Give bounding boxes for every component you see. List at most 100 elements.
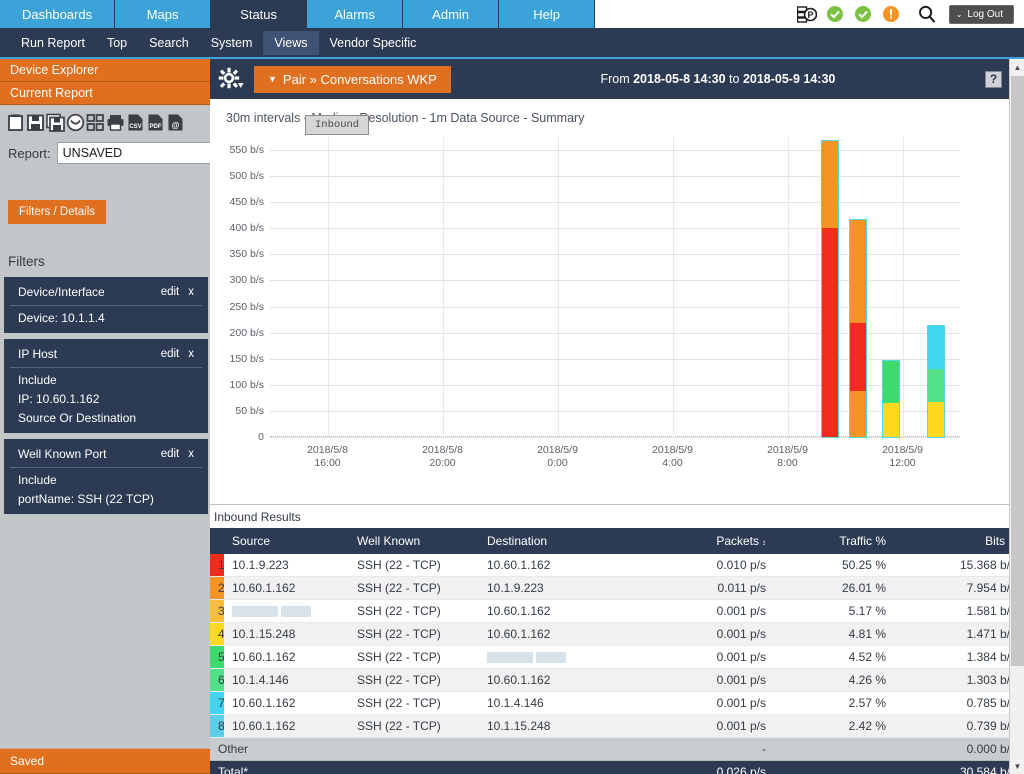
time-range[interactable]: From 2018-05-8 14:30 to 2018-05-9 14:30: [461, 72, 975, 86]
main-scrollbar[interactable]: ▲ ▼: [1009, 59, 1024, 774]
report-type-label: Pair » Conversations WKP: [282, 71, 437, 87]
table-row[interactable]: 610.1.4.146SSH (22 - TCP)10.60.1.1620.00…: [210, 668, 1024, 692]
cell-source[interactable]: 10.60.1.162: [224, 645, 349, 669]
table-row[interactable]: 3 SSH (22 - TCP)10.60.1.1620.001 p/s5.17…: [210, 599, 1024, 623]
subnav-item-run-report[interactable]: Run Report: [10, 31, 96, 55]
chart-vertical-gridline: [557, 137, 559, 437]
filter-edit-link[interactable]: edit: [161, 286, 180, 298]
cell-destination[interactable]: 10.1.4.146: [479, 691, 634, 715]
csv-export-icon[interactable]: CSV: [126, 113, 145, 132]
chart-bar-segment: [928, 401, 945, 437]
saved-status-bar[interactable]: Saved: [0, 748, 210, 774]
cell-well_known[interactable]: SSH (22 - TCP): [349, 668, 479, 692]
cell-well_known[interactable]: SSH (22 - TCP): [349, 645, 479, 669]
gear-icon[interactable]: [218, 67, 244, 91]
server-p-icon[interactable]: P: [796, 4, 817, 24]
pdf-export-icon[interactable]: PDF: [146, 113, 165, 132]
subnav-item-views[interactable]: Views: [263, 30, 319, 55]
cell-well_known[interactable]: SSH (22 - TCP): [349, 554, 479, 577]
column-header-source[interactable]: Source: [224, 528, 349, 554]
svg-text:CSV: CSV: [129, 124, 141, 130]
scroll-thumb[interactable]: [1011, 76, 1024, 666]
cell-destination[interactable]: 10.60.1.162: [479, 554, 634, 577]
nav-tab-alarms[interactable]: Alarms: [307, 0, 404, 28]
logout-button[interactable]: ⌄ Log Out: [948, 4, 1014, 24]
cell-source[interactable]: 10.60.1.162: [224, 691, 349, 715]
table-row[interactable]: 410.1.15.248SSH (22 - TCP)10.60.1.1620.0…: [210, 622, 1024, 646]
table-row[interactable]: 810.60.1.162SSH (22 - TCP)10.1.15.2480.0…: [210, 714, 1024, 738]
scroll-down-arrow[interactable]: ▼: [1010, 758, 1024, 774]
cell-source[interactable]: 10.1.15.248: [224, 622, 349, 646]
cell-destination-redacted[interactable]: [479, 645, 634, 669]
column-header-traffic[interactable]: Traffic %: [774, 528, 894, 554]
cell-well_known[interactable]: SSH (22 - TCP): [349, 714, 479, 738]
email-icon[interactable]: @: [166, 113, 185, 132]
cell-traffic: 50.25 %: [774, 554, 894, 577]
help-button[interactable]: ?: [985, 70, 1002, 88]
chart-bar[interactable]: [882, 360, 901, 438]
column-header-destination[interactable]: Destination: [479, 528, 634, 554]
subnav-item-vendor-specific[interactable]: Vendor Specific: [319, 31, 428, 55]
filter-remove-icon[interactable]: x: [188, 348, 194, 360]
cell-source[interactable]: 10.60.1.162: [224, 714, 349, 738]
filter-edit-link[interactable]: edit: [161, 348, 180, 360]
nav-tab-help[interactable]: Help: [499, 0, 596, 28]
filters-details-button[interactable]: Filters / Details: [8, 200, 107, 224]
subnav-item-top[interactable]: Top: [96, 31, 138, 55]
cell-destination[interactable]: 10.60.1.162: [479, 599, 634, 623]
cell-destination[interactable]: 10.60.1.162: [479, 668, 634, 692]
table-row[interactable]: 210.60.1.162SSH (22 - TCP)10.1.9.2230.01…: [210, 576, 1024, 600]
column-header-packets[interactable]: Packets ↕: [634, 528, 774, 554]
cell-source-redacted[interactable]: [224, 599, 349, 623]
report-name-input[interactable]: [56, 142, 230, 164]
filters-heading: Filters: [8, 254, 45, 269]
chart-gridline: [270, 437, 960, 438]
nav-tab-dashboards[interactable]: Dashboards: [0, 0, 116, 28]
cell-destination[interactable]: 10.1.9.223: [479, 576, 634, 600]
filter-remove-icon[interactable]: x: [188, 448, 194, 460]
sidebar-item-current-report[interactable]: Current Report: [0, 82, 210, 105]
sidebar-item-device-explorer[interactable]: Device Explorer: [0, 59, 210, 82]
dashboard-icon[interactable]: [86, 113, 105, 132]
status-alert-orange-icon[interactable]: [881, 4, 901, 24]
table-row[interactable]: 110.1.9.223SSH (22 - TCP)10.60.1.1620.01…: [210, 554, 1024, 577]
cell-source[interactable]: 10.1.4.146: [224, 668, 349, 692]
sort-indicator-icon[interactable]: ↕: [762, 538, 766, 547]
nav-tab-maps[interactable]: Maps: [115, 0, 212, 28]
chart-bar[interactable]: [821, 140, 839, 438]
schedule-icon[interactable]: [66, 113, 85, 132]
chart-bar[interactable]: [927, 324, 946, 439]
status-check-green-icon[interactable]: [853, 4, 873, 24]
cell-well_known[interactable]: SSH (22 - TCP): [349, 691, 479, 715]
cell-well_known[interactable]: SSH (22 - TCP): [349, 599, 479, 623]
nav-tab-admin[interactable]: Admin: [403, 0, 500, 28]
filter-edit-link[interactable]: edit: [161, 448, 180, 460]
chart-plot[interactable]: 0 50 b/s 100 b/s 150 b/s 200 b/s 250 b/s 300 b…: [230, 115, 960, 469]
subnav-item-system[interactable]: System: [200, 31, 264, 55]
table-row[interactable]: 510.60.1.162SSH (22 - TCP) 0.001 p/s4.52…: [210, 645, 1024, 669]
column-header-well_known[interactable]: Well Known: [349, 528, 479, 554]
cell-destination[interactable]: 10.60.1.162: [479, 622, 634, 646]
delete-icon[interactable]: [6, 113, 25, 132]
status-ok-green-icon[interactable]: [825, 4, 845, 24]
cell-source[interactable]: 10.60.1.162: [224, 576, 349, 600]
save-as-icon[interactable]: [46, 113, 65, 132]
cell-well_known[interactable]: SSH (22 - TCP): [349, 576, 479, 600]
cell-destination[interactable]: 10.1.15.248: [479, 714, 634, 738]
report-header: ▼ Pair » Conversations WKP From 2018-05-…: [210, 59, 1024, 99]
save-icon[interactable]: [26, 113, 45, 132]
filter-remove-icon[interactable]: x: [188, 286, 194, 298]
chart-bar[interactable]: [848, 219, 867, 438]
nav-tab-status[interactable]: Status: [211, 0, 308, 28]
report-type-selector[interactable]: ▼ Pair » Conversations WKP: [254, 65, 451, 93]
chart-legend-inbound[interactable]: Inbound: [305, 115, 370, 135]
column-header-bits[interactable]: Bits▼: [894, 528, 1024, 554]
table-row[interactable]: 710.60.1.162SSH (22 - TCP)10.1.4.1460.00…: [210, 691, 1024, 715]
scroll-up-arrow[interactable]: ▲: [1010, 59, 1024, 75]
cell-well_known[interactable]: SSH (22 - TCP): [349, 622, 479, 646]
cell-source[interactable]: 10.1.9.223: [224, 554, 349, 577]
subnav-item-search[interactable]: Search: [138, 31, 200, 55]
search-icon[interactable]: [917, 4, 937, 24]
column-header-label: Traffic %: [839, 534, 886, 548]
print-icon[interactable]: [106, 113, 125, 132]
